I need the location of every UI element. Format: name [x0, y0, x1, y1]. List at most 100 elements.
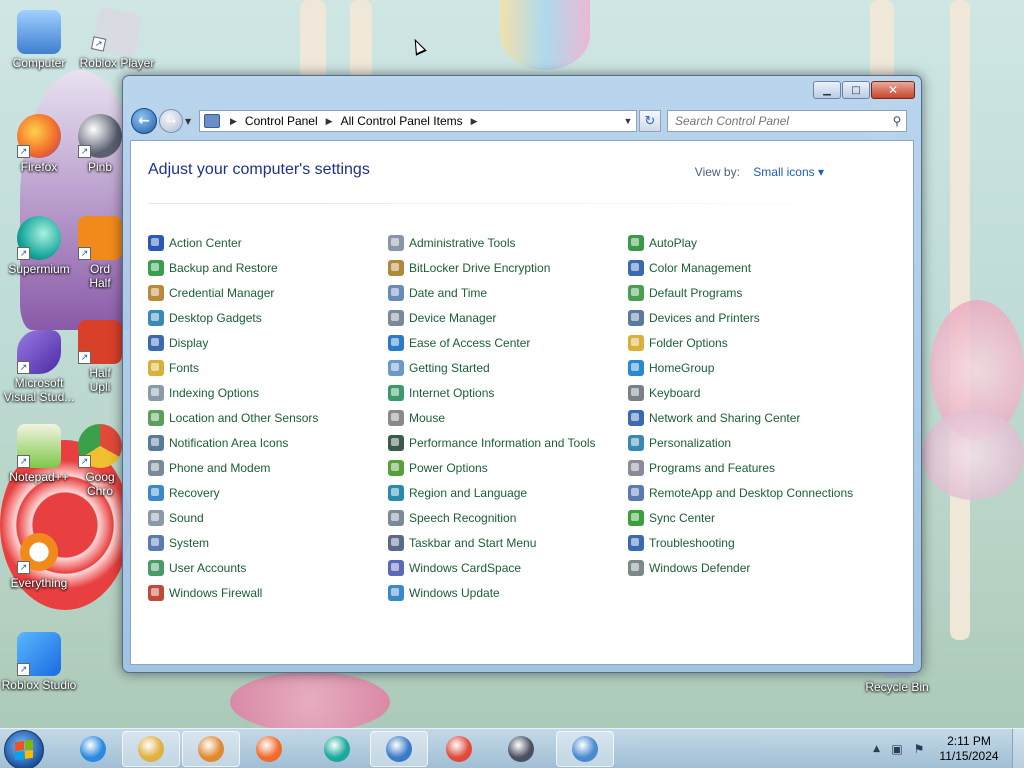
cp-item-devices-and-printers[interactable]: Devices and Printers [628, 305, 868, 330]
cp-item-bitlocker-drive-encryption[interactable]: BitLocker Drive Encryption [388, 255, 628, 280]
cp-item-windows-defender[interactable]: Windows Defender [628, 555, 868, 580]
desktop-icon-supermium[interactable]: ↗ Supermium [0, 216, 78, 276]
cp-item-desktop-gadgets[interactable]: Desktop Gadgets [148, 305, 388, 330]
desktop-icon-visual-studio[interactable]: ↗ Microsoft Visual Stud... [0, 330, 78, 404]
cp-item-remoteapp-and-desktop-connections[interactable]: RemoteApp and Desktop Connections [628, 480, 868, 505]
cp-item-homegroup[interactable]: HomeGroup [628, 355, 868, 380]
display-icon [148, 334, 164, 351]
desktop-icon-roblox-player[interactable]: ↗ Roblox Player [78, 5, 156, 70]
cp-item-internet-options[interactable]: Internet Options [388, 380, 628, 405]
control-panel-icon [572, 736, 598, 762]
cp-item-taskbar-and-start-menu[interactable]: Taskbar and Start Menu [388, 530, 628, 555]
taskbar-internet-explorer[interactable] [64, 731, 122, 767]
cp-item-windows-update[interactable]: Windows Update [388, 580, 628, 605]
cp-item-administrative-tools[interactable]: Administrative Tools [388, 230, 628, 255]
maximize-button[interactable]: □ [842, 81, 870, 99]
cp-item-device-manager[interactable]: Device Manager [388, 305, 628, 330]
cp-item-action-center[interactable]: Action Center [148, 230, 388, 255]
recent-pages-button[interactable]: ▼ [185, 117, 195, 126]
minimize-button[interactable]: ▁ [813, 81, 841, 99]
breadcrumb-separator[interactable]: ▶ [326, 116, 333, 127]
cp-item-programs-and-features[interactable]: Programs and Features [628, 455, 868, 480]
taskbar-firefox[interactable] [240, 731, 298, 767]
cp-item-label: Date and Time [409, 285, 488, 300]
cp-item-credential-manager[interactable]: Credential Manager [148, 280, 388, 305]
taskbar-windows-explorer[interactable] [122, 731, 180, 767]
taskbar-control-panel[interactable] [556, 731, 614, 767]
address-bar[interactable]: ▶ Control Panel ▶ All Control Panel Item… [199, 110, 637, 132]
cp-item-display[interactable]: Display [148, 330, 388, 355]
address-dropdown-icon[interactable]: ▼ [620, 116, 636, 126]
cp-item-getting-started[interactable]: Getting Started [388, 355, 628, 380]
cp-item-windows-cardspace[interactable]: Windows CardSpace [388, 555, 628, 580]
cp-item-fonts[interactable]: Fonts [148, 355, 388, 380]
cp-item-system[interactable]: System [148, 530, 388, 555]
control-panel-icon [204, 114, 220, 128]
cp-item-sound[interactable]: Sound [148, 505, 388, 530]
cp-item-date-and-time[interactable]: Date and Time [388, 280, 628, 305]
view-by-dropdown[interactable]: Small icons ▾ [753, 165, 824, 179]
taskbar-media-player[interactable] [182, 731, 240, 767]
search-icon[interactable]: ⚲ [888, 114, 906, 128]
desktop-icon-everything[interactable]: ↗ Everything [0, 530, 78, 590]
desktop-icon-computer[interactable]: Computer [0, 10, 78, 70]
desktop-icon-google-chrome[interactable]: ↗ Goog Chro [78, 424, 122, 498]
cp-item-region-and-language[interactable]: Region and Language [388, 480, 628, 505]
cp-item-troubleshooting[interactable]: Troubleshooting [628, 530, 868, 555]
roblox-studio-icon: ↗ [17, 632, 61, 676]
desktop-icon-half-life-uplink[interactable]: ↗ Half Upli [78, 320, 122, 394]
cp-item-user-accounts[interactable]: User Accounts [148, 555, 388, 580]
back-button[interactable]: ← [131, 108, 157, 134]
breadcrumb-control-panel[interactable]: Control Panel [245, 114, 318, 128]
taskbar-chrome[interactable] [430, 731, 488, 767]
cp-item-recovery[interactable]: Recovery [148, 480, 388, 505]
desktop-icon-firefox[interactable]: ↗ Firefox [0, 114, 78, 174]
desktop-icon-half-life-ord[interactable]: ↗ Ord Half [78, 216, 122, 290]
cp-item-windows-firewall[interactable]: Windows Firewall [148, 580, 388, 605]
cp-item-performance-information-and-tools[interactable]: Performance Information and Tools [388, 430, 628, 455]
cp-item-keyboard[interactable]: Keyboard [628, 380, 868, 405]
cp-item-speech-recognition[interactable]: Speech Recognition [388, 505, 628, 530]
breadcrumb-separator[interactable]: ▶ [471, 116, 478, 127]
cp-item-personalization[interactable]: Personalization [628, 430, 868, 455]
system-icon [148, 534, 164, 551]
taskbar-pinball[interactable] [492, 731, 550, 767]
close-button[interactable]: ✕ [871, 81, 915, 99]
show-desktop-button[interactable] [1012, 729, 1024, 768]
control-panel-window[interactable]: ▁ □ ✕ ← → ▼ ▶ Control Panel ▶ All Contro… [122, 75, 922, 673]
cp-item-default-programs[interactable]: Default Programs [628, 280, 868, 305]
taskbar-network-app[interactable] [370, 731, 428, 767]
cp-item-sync-center[interactable]: Sync Center [628, 505, 868, 530]
internet-options-icon [388, 384, 404, 401]
search-box[interactable]: ⚲ [667, 110, 907, 132]
clock[interactable]: 2:11 PM 11/15/2024 [934, 734, 1004, 764]
desktop-icon-pinball[interactable]: ↗ Pinb [78, 114, 122, 174]
cp-item-mouse[interactable]: Mouse [388, 405, 628, 430]
desktop-icon-notepad-plus-plus[interactable]: ↗ Notepad++ [0, 424, 78, 484]
cp-item-ease-of-access-center[interactable]: Ease of Access Center [388, 330, 628, 355]
refresh-button[interactable]: ↻ [639, 110, 661, 132]
forward-button[interactable]: → [159, 109, 183, 133]
taskbar-supermium[interactable] [308, 731, 366, 767]
close-icon: ✕ [887, 83, 899, 97]
start-button[interactable] [4, 730, 44, 768]
show-hidden-icons-button[interactable]: ▲ [873, 744, 880, 754]
cp-item-power-options[interactable]: Power Options [388, 455, 628, 480]
action-center-flag-icon[interactable]: ⚑ [912, 742, 926, 756]
cp-item-autoplay[interactable]: AutoPlay [628, 230, 868, 255]
breadcrumb-separator[interactable]: ▶ [230, 116, 237, 127]
cp-item-label: Default Programs [649, 285, 743, 300]
cp-item-network-and-sharing-center[interactable]: Network and Sharing Center [628, 405, 868, 430]
network-icon[interactable]: ▣ [890, 742, 904, 756]
search-input[interactable] [675, 114, 888, 128]
cp-item-folder-options[interactable]: Folder Options [628, 330, 868, 355]
cp-item-notification-area-icons[interactable]: Notification Area Icons [148, 430, 388, 455]
breadcrumb-all-items[interactable]: All Control Panel Items [341, 114, 463, 128]
cp-item-color-management[interactable]: Color Management [628, 255, 868, 280]
cp-item-label: Getting Started [409, 360, 490, 375]
cp-item-backup-and-restore[interactable]: Backup and Restore [148, 255, 388, 280]
cp-item-phone-and-modem[interactable]: Phone and Modem [148, 455, 388, 480]
cp-item-indexing-options[interactable]: Indexing Options [148, 380, 388, 405]
cp-item-location-and-other-sensors[interactable]: Location and Other Sensors [148, 405, 388, 430]
desktop-icon-roblox-studio[interactable]: ↗ Roblox Studio [0, 632, 78, 692]
